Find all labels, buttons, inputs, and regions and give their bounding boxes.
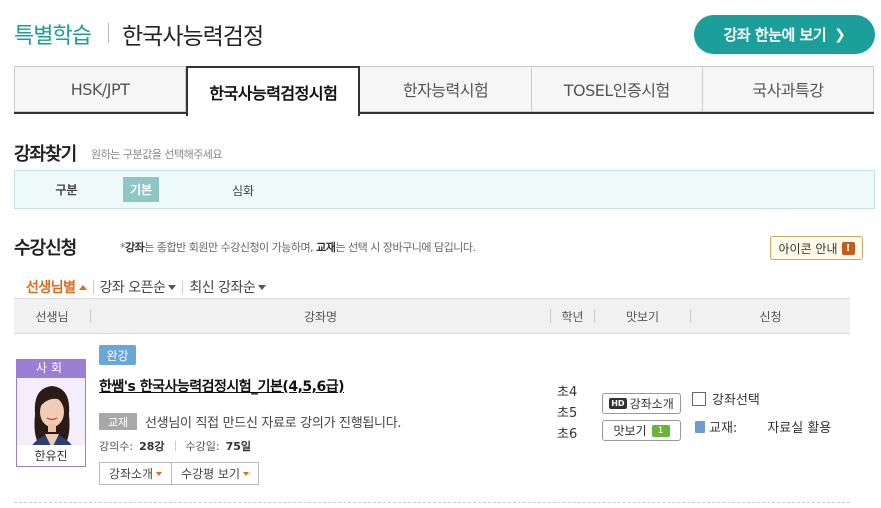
course-intro-dropdown[interactable]: 강좌소개 bbox=[99, 462, 172, 485]
brand-label: 특별학습 bbox=[14, 24, 92, 49]
column-header-grade: 학년 bbox=[561, 309, 584, 324]
preview-count-badge: 1 bbox=[651, 424, 670, 437]
column-header-teacher: 선생님 bbox=[35, 309, 69, 324]
column-header-apply: 신청 bbox=[759, 309, 782, 324]
dropdown-arrow-icon bbox=[156, 471, 163, 476]
notice-mid: 는 종합반 회원만 수강신청이 가능하며, bbox=[144, 241, 317, 254]
grade-item: 초6 bbox=[557, 427, 578, 442]
overview-button-label: 강좌 한눈에 보기 bbox=[723, 26, 827, 44]
header-divider bbox=[108, 23, 109, 43]
search-section-title: 강좌찾기 bbox=[14, 144, 77, 165]
course-select-label: 강좌선택 bbox=[712, 393, 760, 408]
study-days-label: 수강일: bbox=[185, 440, 220, 453]
row-divider bbox=[14, 502, 850, 503]
register-notice: *강좌는 종합반 회원만 수강신청이 가능하며, 교재는 선택 시 장바구니에 … bbox=[120, 239, 476, 255]
lecture-count-label: 강의수: bbox=[99, 440, 134, 453]
sort-by-latest[interactable]: 최신 강좌순 bbox=[189, 277, 267, 297]
hd-intro-button[interactable]: HD 강좌소개 bbox=[602, 393, 681, 414]
course-select-checkbox[interactable] bbox=[692, 391, 706, 406]
filter-option-basic[interactable]: 기본 bbox=[123, 177, 159, 202]
icon-guide-label: 아이콘 안내 bbox=[778, 241, 838, 256]
alert-icon: ! bbox=[841, 241, 855, 255]
meta-divider bbox=[174, 441, 176, 451]
lecture-count-value: 28강 bbox=[139, 440, 165, 453]
column-header-preview: 맛보기 bbox=[625, 309, 660, 324]
tab-korean-history[interactable]: 한국사능력검정시험 bbox=[186, 66, 361, 116]
filter-option-advanced[interactable]: 심화 bbox=[232, 182, 254, 199]
course-description: 선생님이 직접 만드신 자료로 강의가 진행됩니다. bbox=[145, 416, 402, 431]
sort-by-open[interactable]: 강좌 오픈순 bbox=[100, 277, 177, 297]
sort-bar: 선생님별 강좌 오픈순 최신 강좌순 bbox=[26, 277, 267, 297]
book-icon bbox=[695, 420, 705, 433]
sort-by-latest-label: 최신 강좌순 bbox=[189, 280, 256, 296]
notice-bold-course: 강좌 bbox=[125, 241, 145, 254]
sort-by-open-label: 강좌 오픈순 bbox=[99, 280, 166, 296]
study-days-value: 75일 bbox=[225, 440, 252, 453]
hd-icon: HD bbox=[609, 398, 627, 409]
preview-button[interactable]: 맛보기 1 bbox=[602, 420, 681, 441]
book-row: 교재: 자료실 활용 bbox=[695, 417, 831, 436]
sort-down-icon bbox=[168, 284, 177, 290]
course-select[interactable]: 강좌선택 bbox=[692, 389, 760, 408]
column-header-course: 강좌명 bbox=[303, 309, 338, 324]
status-badge: 완강 bbox=[99, 345, 136, 365]
filter-label: 구분 bbox=[55, 183, 78, 197]
grade-item: 초5 bbox=[557, 406, 578, 421]
tab-tosel[interactable]: TOSEL인증시험 bbox=[531, 66, 703, 112]
grade-list: 초4 초5 초6 bbox=[557, 382, 577, 445]
chevron-right-icon: ❯ bbox=[834, 26, 846, 43]
hd-intro-label: 강좌소개 bbox=[629, 397, 674, 411]
table-header: 선생님 강좌명 학년 맛보기 신청 bbox=[14, 298, 850, 334]
tab-hanja[interactable]: 한자능력시험 bbox=[360, 66, 532, 112]
icon-guide-button[interactable]: 아이콘 안내 ! bbox=[770, 236, 863, 260]
preview-label: 맛보기 bbox=[613, 424, 647, 438]
subject-badge: 사회 bbox=[16, 359, 86, 377]
overview-button[interactable]: 강좌 한눈에 보기 ❯ bbox=[694, 15, 875, 54]
tab-hsk-jpt[interactable]: HSK/JPT bbox=[14, 66, 187, 112]
course-title-link[interactable]: 한쌤's 한국사능력검정시험_기본(4,5,6급) bbox=[99, 376, 344, 396]
filter-box: 구분 기본 심화 bbox=[14, 170, 875, 209]
sort-divider bbox=[92, 280, 94, 294]
search-section-subtitle: 원하는 구분값을 선택해주세요 bbox=[91, 148, 223, 161]
teacher-name[interactable]: 한유진 bbox=[16, 445, 86, 467]
sort-divider bbox=[182, 280, 184, 294]
course-intro-label: 강좌소개 bbox=[108, 467, 154, 481]
book-label: 교재: bbox=[709, 421, 738, 436]
grade-item: 초4 bbox=[557, 385, 578, 400]
register-section-title: 수강신청 bbox=[14, 238, 77, 259]
notice-end: 는 선택 시 장바구니에 담깁니다. bbox=[335, 241, 476, 254]
page-title: 한국사능력검정 bbox=[122, 24, 264, 50]
course-meta: 강의수: 28강 수강일: 75일 bbox=[99, 438, 251, 454]
exam-tabs: HSK/JPT 한국사능력검정시험 한자능력시험 TOSEL인증시험 국사과특강 bbox=[14, 66, 875, 116]
resource-room-link[interactable]: 자료실 활용 bbox=[767, 417, 831, 436]
sort-down-icon bbox=[258, 284, 267, 290]
notice-bold-book: 교재 bbox=[316, 241, 336, 254]
reviews-label: 수강평 보기 bbox=[180, 467, 240, 481]
book-tag: 교재 bbox=[99, 413, 137, 430]
dropdown-arrow-icon bbox=[243, 471, 249, 476]
tab-national-history[interactable]: 국사과특강 bbox=[702, 66, 875, 112]
reviews-dropdown[interactable]: 수강평 보기 bbox=[171, 462, 259, 485]
sort-by-teacher-label: 선생님별 bbox=[26, 280, 76, 296]
sort-by-teacher[interactable]: 선생님별 bbox=[26, 277, 87, 297]
sort-up-icon bbox=[78, 284, 87, 290]
